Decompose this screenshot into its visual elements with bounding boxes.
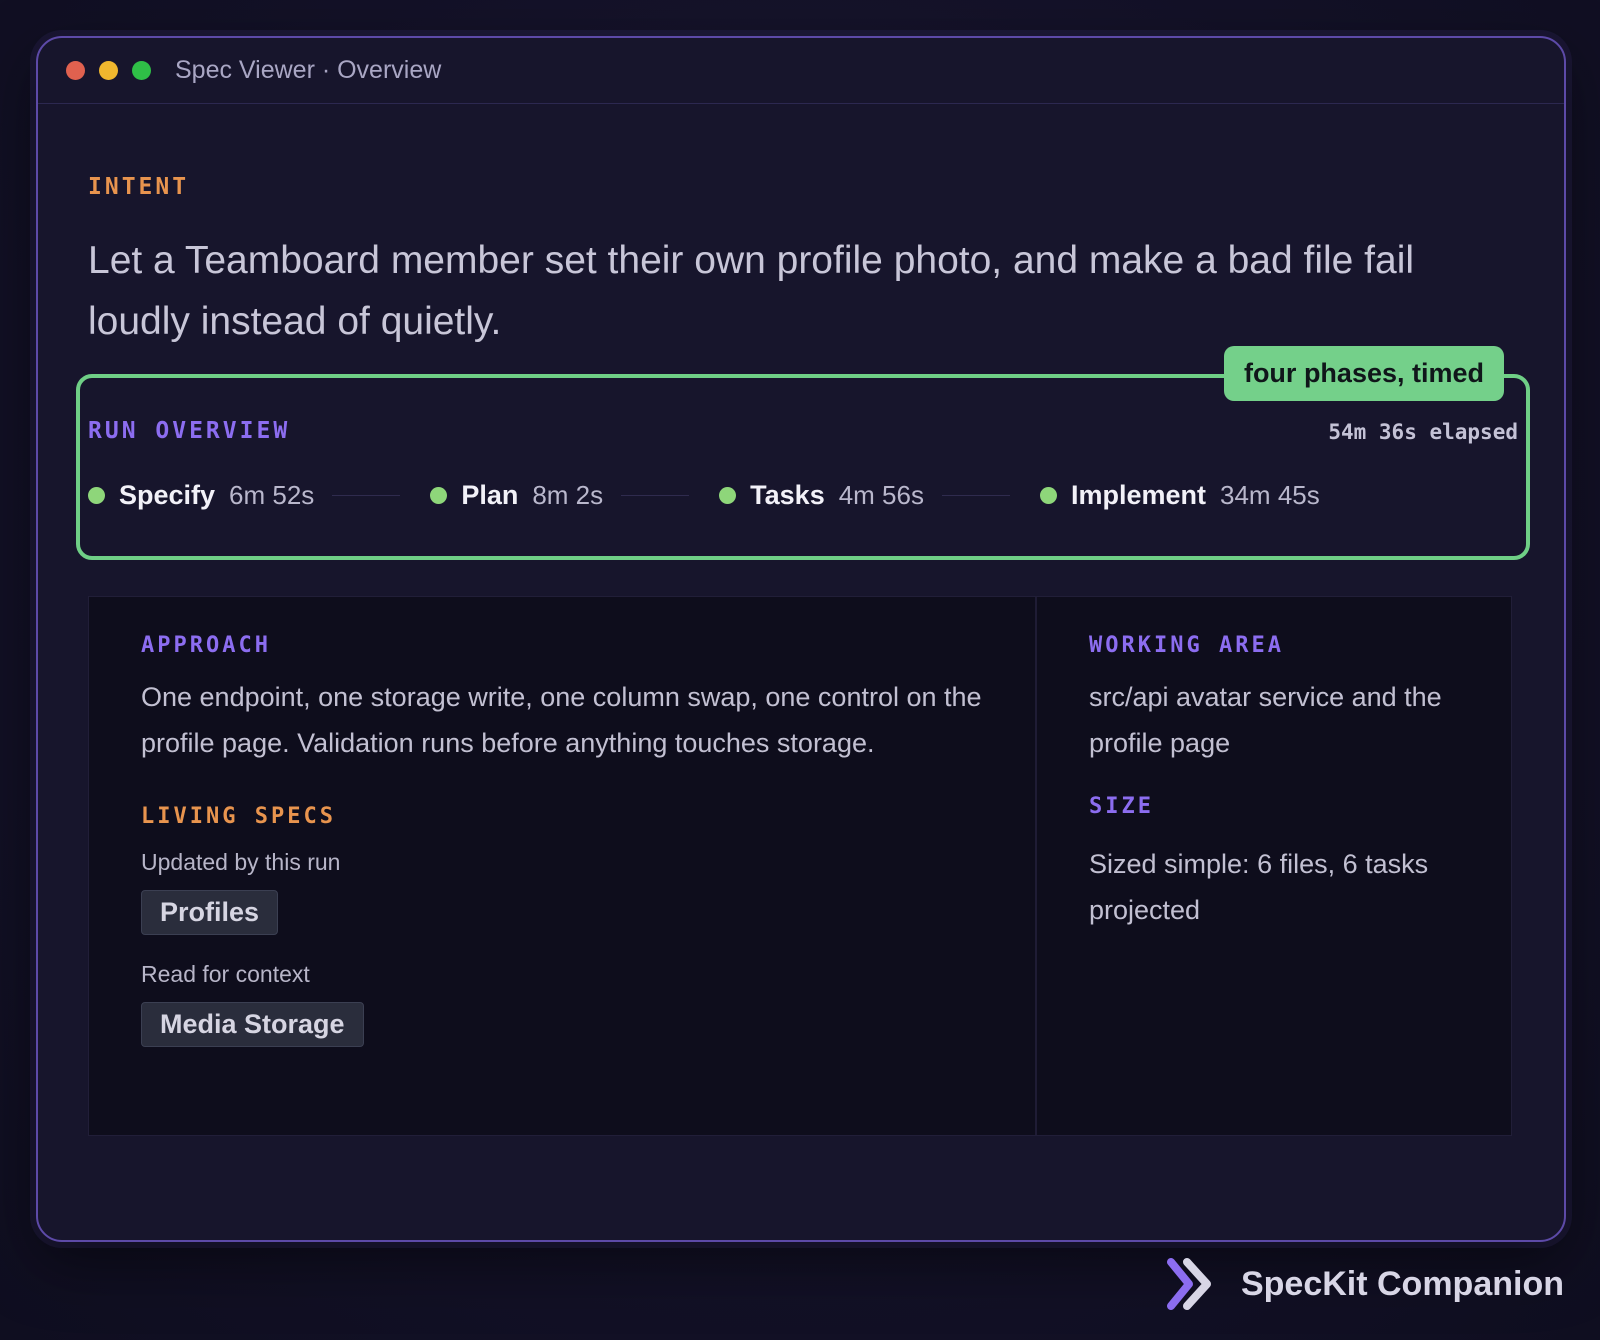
- read-for-context-label: Read for context: [141, 961, 310, 987]
- phase-connector: [332, 495, 401, 496]
- maximize-window-button[interactable]: [132, 61, 151, 80]
- brand-name: SpecKit Companion: [1240, 1264, 1564, 1303]
- size-label: SIZE: [1089, 794, 1154, 819]
- phase-tasks[interactable]: Tasks 4m 56s: [719, 480, 924, 511]
- phase-name: Plan: [461, 480, 519, 510]
- brand: SpecKit Companion: [1166, 1258, 1564, 1310]
- phase-connector: [621, 495, 690, 496]
- approach-text: One endpoint, one storage write, one col…: [141, 682, 982, 758]
- size-text: Sized simple: 6 files, 6 tasks projected: [1089, 849, 1429, 925]
- status-dot-icon: [719, 487, 737, 504]
- working-area-text: src/api avatar service and the profile p…: [1089, 682, 1442, 758]
- phase-name: Implement: [1070, 480, 1207, 510]
- title-bar: Spec Viewer · Overview: [38, 38, 1564, 104]
- app-window: Spec Viewer · Overview INTENT Let a Team…: [36, 36, 1566, 1242]
- phase-name: Specify: [119, 480, 216, 510]
- speckit-logo-icon: [1166, 1258, 1211, 1310]
- approach-label: APPROACH: [141, 633, 271, 658]
- right-column: WORKING AREA src/api avatar service and …: [1037, 597, 1511, 1135]
- window-title: Spec Viewer · Overview: [175, 56, 442, 84]
- status-dot-icon: [1039, 487, 1057, 504]
- phase-implement[interactable]: Implement 34m 45s: [1039, 480, 1320, 511]
- run-overview-section: four phases, timed RUN OVERVIEW 54m 36s …: [76, 346, 1530, 560]
- run-overview-label: RUN OVERVIEW: [88, 418, 291, 444]
- details-panel: APPROACH One endpoint, one storage write…: [88, 596, 1512, 1136]
- run-badge: four phases, timed: [1223, 346, 1504, 401]
- phase-list: Specify 6m 52s Plan 8m 2s Tasks 4m 56s I…: [88, 480, 1320, 511]
- updated-by-label: Updated by this run: [141, 849, 341, 875]
- intent-text: Let a Teamboard member set their own pro…: [88, 239, 1415, 343]
- status-dot-icon: [430, 487, 448, 504]
- phase-time: 34m 45s: [1220, 480, 1320, 510]
- phase-time: 4m 56s: [838, 480, 924, 510]
- phase-plan[interactable]: Plan 8m 2s: [430, 480, 603, 511]
- phase-connector: [941, 495, 1010, 496]
- spec-chip-media-storage[interactable]: Media Storage: [141, 1002, 364, 1047]
- close-window-button[interactable]: [66, 61, 85, 80]
- spec-chip-profiles[interactable]: Profiles: [141, 890, 279, 935]
- working-area-label: WORKING AREA: [1089, 633, 1284, 658]
- status-dot-icon: [88, 487, 105, 504]
- phase-name: Tasks: [750, 480, 825, 510]
- run-elapsed: 54m 36s elapsed: [1328, 420, 1518, 444]
- left-column: APPROACH One endpoint, one storage write…: [89, 597, 1037, 1135]
- phase-specify[interactable]: Specify 6m 52s: [88, 480, 314, 511]
- minimize-window-button[interactable]: [99, 61, 118, 80]
- intent-label: INTENT: [88, 174, 190, 200]
- phase-time: 6m 52s: [229, 480, 315, 510]
- living-specs-label: LIVING SPECS: [141, 804, 336, 829]
- phase-time: 8m 2s: [532, 480, 604, 510]
